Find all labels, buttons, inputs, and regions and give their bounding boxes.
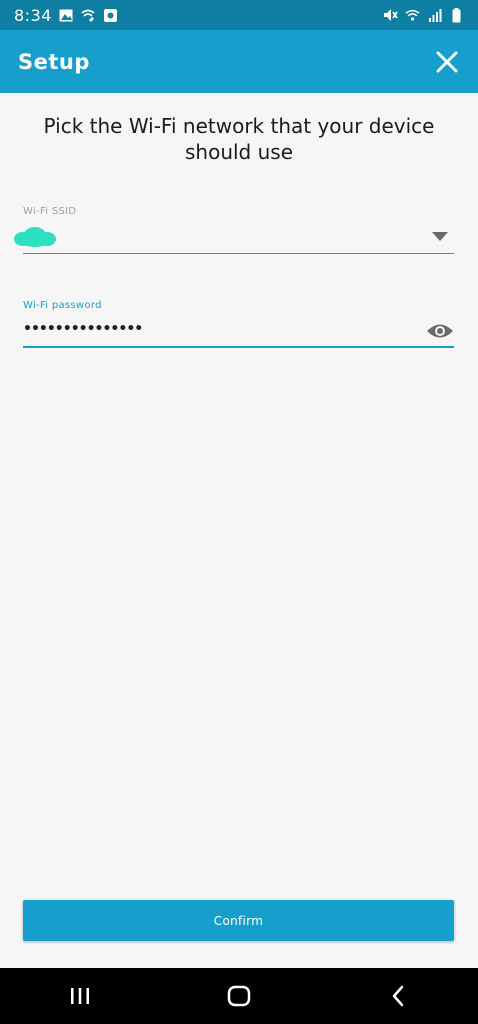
back-button[interactable] <box>373 976 423 1016</box>
back-icon <box>393 985 404 1007</box>
home-icon <box>227 985 251 1007</box>
signal-icon <box>427 8 442 23</box>
toggle-password-visibility-button[interactable] <box>426 322 454 340</box>
wifi-calling-icon <box>81 8 96 23</box>
app-bar: Setup <box>0 30 478 93</box>
app-title: Setup <box>18 49 90 74</box>
password-value: ••••••••••••••• <box>23 321 143 337</box>
app-notification-icon <box>103 8 118 23</box>
recent-apps-icon <box>70 988 89 1004</box>
image-icon <box>59 8 74 23</box>
home-button[interactable] <box>214 976 264 1016</box>
close-button[interactable] <box>432 47 462 77</box>
mute-icon <box>383 8 398 23</box>
recent-apps-button[interactable] <box>55 976 105 1016</box>
ssid-dropdown[interactable] <box>14 223 454 254</box>
status-time: 8:34 <box>14 5 52 25</box>
password-field[interactable]: ••••••••••••••• <box>23 318 454 348</box>
battery-icon <box>449 7 464 23</box>
status-right <box>383 7 464 23</box>
status-bar: 8:34 <box>0 0 478 30</box>
status-left: 8:34 <box>14 6 118 25</box>
navigation-bar <box>0 968 478 1024</box>
main-content: Pick the Wi-Fi network that your device … <box>0 93 478 968</box>
password-label: Wi-Fi password <box>23 300 102 311</box>
eye-icon <box>427 324 453 338</box>
close-icon <box>436 51 458 72</box>
ssid-label: Wi-Fi SSID <box>23 206 77 217</box>
wifi-icon <box>405 8 420 23</box>
confirm-button[interactable]: Confirm <box>23 900 454 941</box>
chevron-down-icon <box>432 232 448 241</box>
redacted-ssid-scribble <box>14 227 56 247</box>
page-heading: Pick the Wi-Fi network that your device … <box>43 114 435 164</box>
